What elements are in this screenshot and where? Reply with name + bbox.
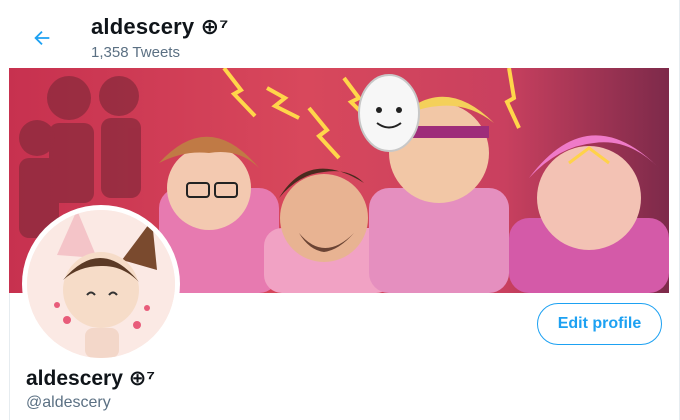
- profile-header-bar: aldescery ⊕⁷ 1,358 Tweets: [9, 0, 669, 68]
- header-name-text: aldescery: [91, 14, 195, 39]
- edit-profile-button[interactable]: Edit profile: [537, 303, 662, 345]
- profile-handle: @aldescery: [26, 394, 111, 411]
- header-name-suffix: ⊕⁷: [200, 14, 229, 39]
- profile-name-text: aldescery: [26, 367, 123, 390]
- back-button[interactable]: [29, 25, 55, 51]
- avatar-image: [27, 210, 175, 358]
- avatar-illustration: [27, 210, 175, 358]
- arrow-left-icon: [34, 30, 50, 46]
- header-display-name: aldescery ⊕⁷: [91, 14, 229, 40]
- tweet-count: 1,358 Tweets: [91, 44, 180, 61]
- profile-display-name: aldescery ⊕⁷: [26, 366, 155, 391]
- profile-avatar[interactable]: [22, 205, 180, 363]
- profile-name-suffix: ⊕⁷: [128, 367, 156, 390]
